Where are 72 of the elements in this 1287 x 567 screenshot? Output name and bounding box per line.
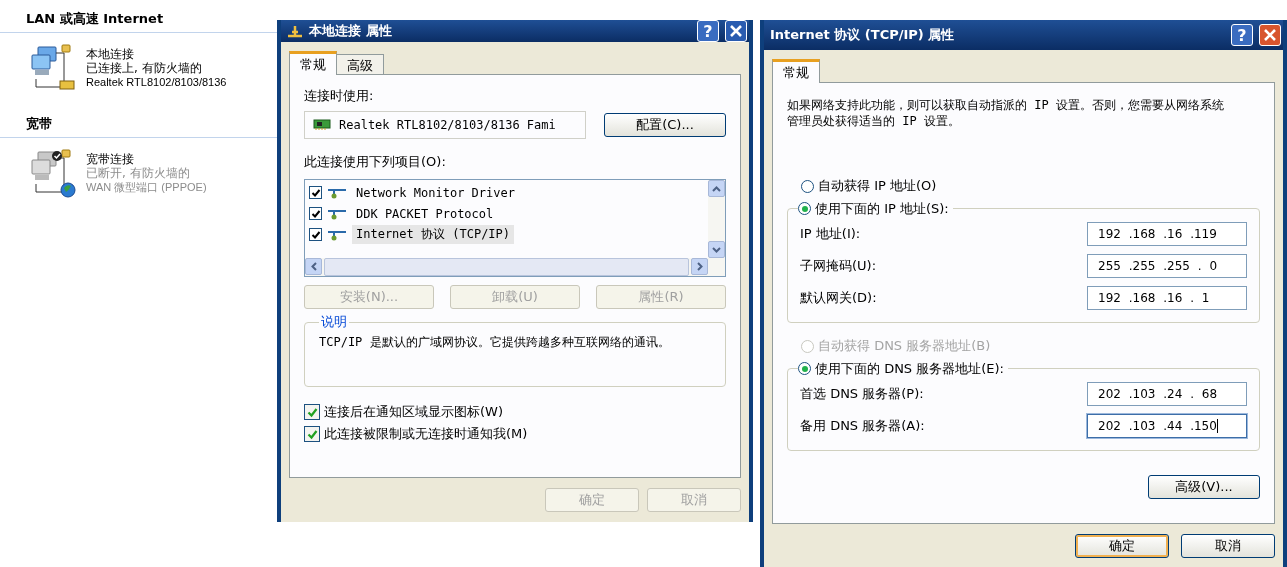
connection-item[interactable]: 宽带连接 已断开, 有防火墙的 WAN 微型端口 (PPPOE)	[0, 138, 290, 206]
configure-button[interactable]: 配置(C)...	[604, 113, 726, 137]
tab[interactable]: 高级	[336, 54, 384, 74]
radio-button[interactable]: 自动获得 IP 地址(O)	[801, 177, 937, 195]
protocol-icon	[326, 228, 348, 241]
list-item[interactable]: Internet 协议 (TCP/IP)	[309, 225, 704, 244]
connection-status: 已断开, 有防火墙的	[86, 166, 191, 180]
ip-address-field[interactable]: 202 .103 .24 . 68	[1087, 382, 1247, 406]
close-button[interactable]	[725, 20, 747, 42]
field-label: 备用 DNS 服务器(A):	[800, 417, 925, 435]
section-label: 连接时使用:	[304, 87, 375, 105]
advanced-button[interactable]: 高级(V)...	[1148, 475, 1260, 499]
protocol-icon	[326, 207, 348, 220]
network-card-icon	[313, 119, 331, 131]
help-button[interactable]: ?	[1231, 24, 1253, 46]
ip-address-field[interactable]: 192 .168 .16 .119	[1087, 222, 1247, 246]
window-title: 本地连接 属性	[309, 22, 393, 40]
ip-address-field[interactable]: 202 .103 .44 .150	[1087, 414, 1247, 438]
chevron-right-icon	[696, 262, 703, 271]
scroll-right-button[interactable]	[691, 258, 708, 275]
connection-item[interactable]: 本地连接 已连接上, 有防火墙的 Realtek RTL8102/8103/8136	[0, 33, 290, 101]
field-label: 子网掩码(U):	[800, 257, 877, 275]
protocol-icon	[326, 186, 348, 199]
tab[interactable]: 常规	[289, 51, 337, 75]
dialog-button[interactable]: 取消	[1181, 534, 1275, 558]
item-label: DDK PACKET Protocol	[355, 205, 495, 222]
checkbox[interactable]	[309, 186, 322, 199]
connection-status: 已连接上, 有防火墙的	[86, 61, 203, 75]
radio-button[interactable]: 使用下面的 IP 地址(S):	[798, 199, 949, 218]
option-label: 此连接被限制或无连接时通知我(M)	[324, 425, 528, 443]
device-name: WAN 微型端口 (PPPOE)	[86, 180, 207, 194]
checkbox[interactable]	[304, 426, 320, 442]
ip-address-field[interactable]: 255 .255 .255 . 0	[1087, 254, 1247, 278]
ip-address-field[interactable]: 192 .168 .16 . 1	[1087, 286, 1247, 310]
item-label: Internet 协议 (TCP/IP)	[352, 225, 515, 244]
close-icon	[729, 24, 743, 38]
scroll-left-button[interactable]	[305, 258, 322, 275]
section-label: 此连接使用下列项目(O):	[304, 153, 447, 171]
checkbox-option[interactable]: 连接后在通知区域显示图标(W)	[304, 403, 726, 421]
adapter-name: Realtek RTL8102/8103/8136 Fami	[339, 118, 556, 132]
option-label: 连接后在通知区域显示图标(W)	[324, 403, 503, 421]
radio-button[interactable]: 使用下面的 DNS 服务器地址(E):	[798, 359, 1004, 378]
network-icon	[287, 24, 303, 38]
description-text: TCP/IP 是默认的广域网协议。它提供跨越多种互联网络的通讯。	[319, 335, 671, 349]
device-name: Realtek RTL8102/8103/8136	[86, 75, 227, 89]
help-button[interactable]: ?	[697, 20, 719, 42]
close-button[interactable]	[1259, 24, 1281, 46]
tab[interactable]: 常规	[772, 59, 820, 83]
list-item[interactable]: DDK PACKET Protocol	[309, 204, 704, 223]
field-label: IP 地址(I):	[800, 225, 861, 243]
checkbox[interactable]	[304, 404, 320, 420]
list-item[interactable]: Network Monitor Driver	[309, 183, 704, 202]
vertical-scrollbar[interactable]	[708, 180, 725, 276]
connection-name: 宽带连接	[86, 152, 135, 166]
close-icon	[1263, 28, 1277, 42]
item-label: Network Monitor Driver	[355, 184, 516, 201]
intro-text: 如果网络支持此功能，则可以获取自动指派的 IP 设置。否则，您需要从网络系统管理员处获得适当的 IP 设置。	[787, 97, 1225, 129]
field-label: 默认网关(D):	[800, 289, 877, 307]
checkbox[interactable]	[309, 207, 322, 220]
chevron-up-icon	[712, 185, 721, 192]
horizontal-scrollbar[interactable]	[305, 258, 708, 276]
checkbox[interactable]	[309, 228, 322, 241]
checkbox-option[interactable]: 此连接被限制或无连接时通知我(M)	[304, 425, 726, 443]
field-label: 首选 DNS 服务器(P):	[800, 385, 924, 403]
group-title: 说明	[320, 313, 348, 331]
connection-name: 本地连接	[86, 47, 135, 61]
window-title: Internet 协议 (TCP/IP) 属性	[770, 26, 956, 44]
chevron-left-icon	[310, 262, 317, 271]
chevron-down-icon	[712, 246, 721, 253]
dialog-button[interactable]: 确定	[1075, 534, 1169, 558]
scroll-up-button[interactable]	[708, 180, 725, 197]
scroll-down-button[interactable]	[708, 241, 725, 258]
